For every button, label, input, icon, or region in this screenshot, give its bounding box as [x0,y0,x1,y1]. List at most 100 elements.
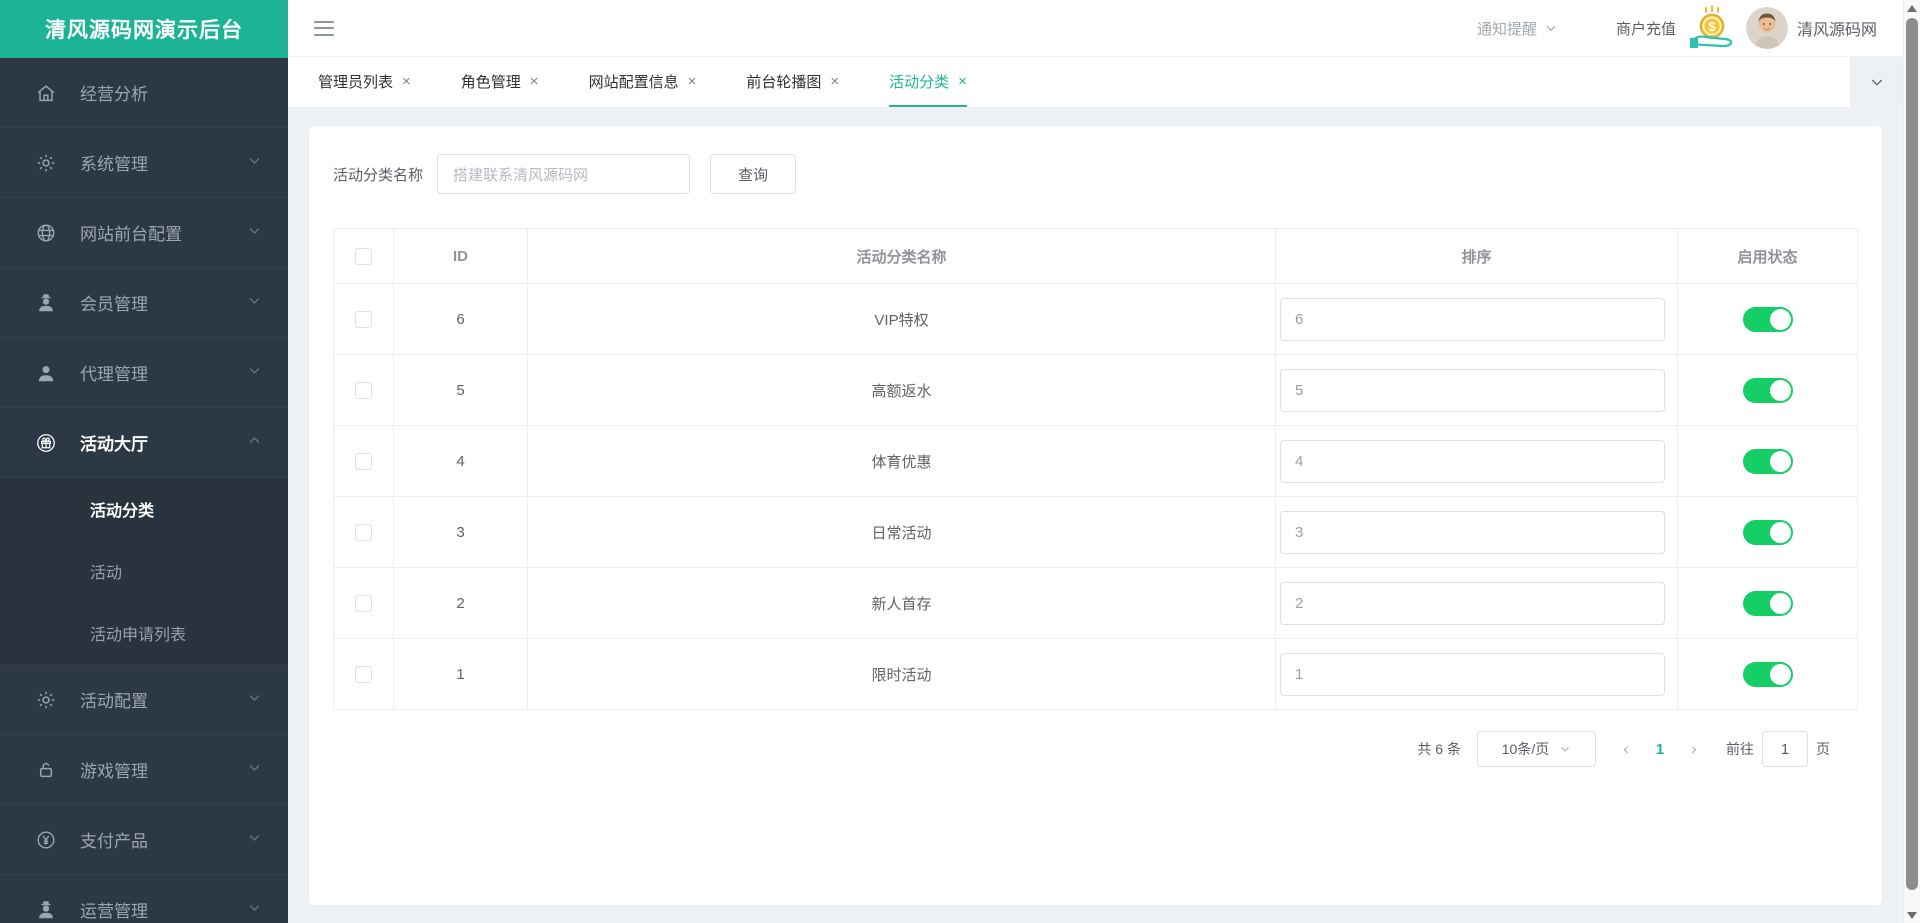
sidebar-item-label: 经营分析 [80,85,148,104]
next-page-button[interactable]: › [1676,739,1712,759]
sidebar-item-2[interactable]: 网站前台配置 [0,198,288,268]
sidebar-item-label: 会员管理 [80,295,148,314]
tab-close-icon[interactable]: × [402,74,411,89]
sidebar-item-7[interactable]: 游戏管理 [0,735,288,805]
sidebar-item-3[interactable]: 会员管理 [0,268,288,338]
table-row-0: 6 VIP特权 [333,283,1858,355]
enable-toggle[interactable] [1742,519,1793,545]
enable-toggle[interactable] [1742,590,1793,616]
row-checkbox-cell [333,638,394,710]
sidebar-item-4[interactable]: 代理管理 [0,338,288,408]
row-name-cell: VIP特权 [527,283,1276,355]
scroll-up-arrow-icon[interactable] [1907,5,1917,12]
sort-input[interactable] [1280,652,1665,696]
row-checkbox[interactable] [355,665,372,683]
sidebar-menu: 经营分析系统管理 网站前台配置会员管理代理管理 活动大厅 活动分类 活动 活动申请列表 活动… [0,58,288,923]
row-checkbox[interactable] [355,523,372,541]
coin-hand-icon[interactable]: $ [1684,4,1740,52]
row-status-cell [1677,496,1858,568]
sidebar-subitem-5-1[interactable]: 活动 [0,540,288,602]
row-checkbox[interactable] [355,452,372,470]
enable-toggle[interactable] [1742,448,1793,474]
tab-close-icon[interactable]: × [530,74,539,89]
sort-input[interactable] [1280,439,1665,483]
chevron-down-icon [247,830,262,850]
row-sort-cell [1275,496,1678,568]
home-icon [34,81,58,105]
gear-icon [34,688,58,712]
tab-label: 角色管理 [460,73,521,91]
goto-page-input[interactable] [1762,731,1808,767]
row-name-cell: 日常活动 [527,496,1276,568]
sidebar-item-0[interactable]: 经营分析 [0,58,288,128]
tab-close-icon[interactable]: × [688,74,697,89]
category-table: ID 活动分类名称 排序 启用状态 6VIP特权5高额返水4体育优惠3日常活动2… [333,228,1858,710]
sort-input[interactable] [1280,368,1665,412]
notice-dropdown[interactable]: 通知提醒 [1477,18,1558,39]
row-sort-cell [1275,283,1678,355]
row-checkbox-cell [333,496,394,568]
tab-overflow-button[interactable] [1850,57,1903,107]
table-row-1: 5 高额返水 [333,354,1858,426]
sort-input[interactable] [1280,510,1665,554]
tab-1[interactable]: 角色管理 × [461,57,539,107]
sidebar-item-6[interactable]: 活动配置 [0,665,288,735]
row-checkbox[interactable] [355,381,372,399]
row-status-cell [1677,425,1858,497]
username-label[interactable]: 清风源码网 [1797,16,1877,40]
sidebar-item-label: 运营管理 [80,902,148,921]
table-body: 6VIP特权5高额返水4体育优惠3日常活动2新人首存1限时活动 [333,283,1858,710]
query-button[interactable]: 查询 [710,154,797,194]
current-page-number[interactable]: 1 [1644,741,1676,758]
scrollbar-thumb[interactable] [1906,18,1918,890]
user-avatar[interactable] [1745,7,1788,49]
chevron-down-icon [247,363,262,383]
tab-4[interactable]: 活动分类 × [889,57,967,107]
sort-input[interactable] [1280,297,1665,341]
sidebar-subitem-5-0[interactable]: 活动分类 [0,478,288,540]
sidebar: 清风源码网演示后台 经营分析 系统管理 网站前台配置 会员管理 代理管理 活动大厅 活动分类… [0,0,288,923]
row-checkbox[interactable] [355,310,372,328]
chevron-up-icon [247,433,262,453]
page-size-select[interactable]: 10条/页 [1477,731,1596,767]
sidebar-item-5[interactable]: 活动大厅 [0,408,288,478]
tab-close-icon[interactable]: × [830,74,839,89]
tab-label: 管理员列表 [318,73,394,91]
column-header-name: 活动分类名称 [527,228,1276,284]
pagination-total: 共 6 条 [1417,741,1461,757]
content-card: 活动分类名称 查询 ID 活动分类名称 排序 启用状态 6VIP特权5高额返水4… [309,126,1882,905]
search-input[interactable] [437,154,691,194]
select-all-checkbox[interactable] [355,247,372,265]
row-status-cell [1677,354,1858,426]
prev-page-button[interactable]: ‹ [1608,739,1644,759]
scroll-down-arrow-icon[interactable] [1907,912,1917,919]
member-icon [34,291,58,315]
chevron-down-icon [247,293,262,313]
tab-2[interactable]: 网站配置信息 × [589,57,697,107]
sidebar-subitem-5-2[interactable]: 活动申请列表 [0,602,288,664]
tab-3[interactable]: 前台轮播图 × [746,57,839,107]
row-checkbox[interactable] [355,594,372,612]
tab-0[interactable]: 管理员列表 × [318,57,411,107]
gear-icon [34,151,58,175]
user-icon [34,361,58,385]
sidebar-item-1[interactable]: 系统管理 [0,128,288,198]
row-status-cell [1677,283,1858,355]
tabs-container: 管理员列表 × 角色管理 × 网站配置信息 × 前台轮播图 × 活动分类 × [318,57,1017,107]
row-sort-cell [1275,425,1678,497]
enable-toggle[interactable] [1742,377,1793,403]
tab-label: 前台轮播图 [746,73,822,91]
enable-toggle[interactable] [1742,306,1793,332]
hamburger-menu-icon[interactable] [314,20,334,36]
tabbar: 管理员列表 × 角色管理 × 网站配置信息 × 前台轮播图 × 活动分类 × [288,56,1903,107]
merchant-recharge-link[interactable]: 商户充值 [1616,18,1676,39]
tab-close-icon[interactable]: × [958,74,967,89]
sidebar-item-9[interactable]: 运营管理 [0,875,288,923]
column-header-status: 启用状态 [1677,228,1858,284]
enable-toggle[interactable] [1742,661,1793,687]
row-id-cell: 4 [393,425,528,497]
sort-input[interactable] [1280,581,1665,625]
sidebar-item-8[interactable]: 支付产品 [0,805,288,875]
row-checkbox-cell [333,425,394,497]
search-label: 活动分类名称 [333,166,424,184]
